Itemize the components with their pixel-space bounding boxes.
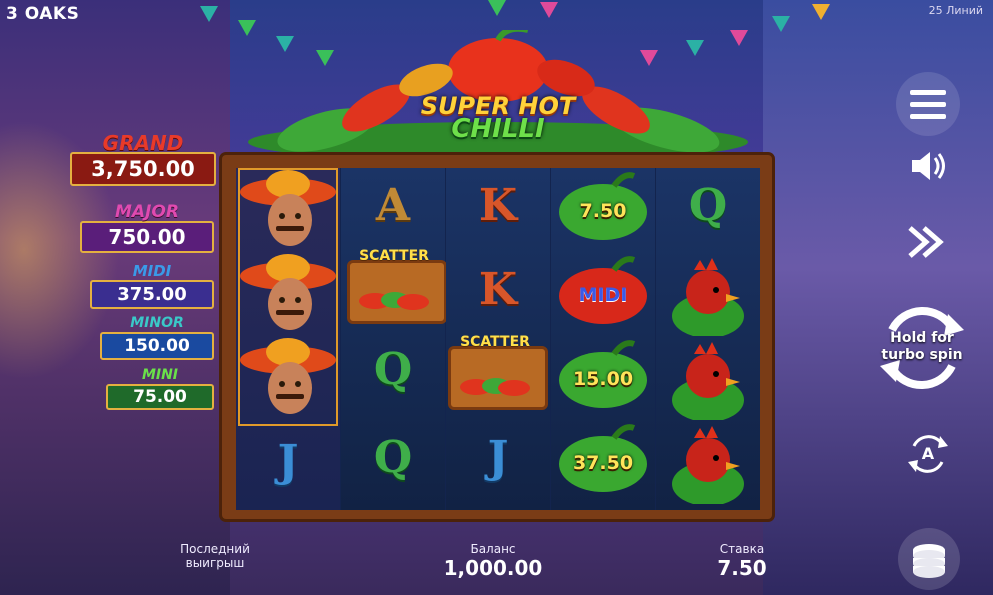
scatter-label: SCATTER [359, 248, 429, 264]
fast-forward-icon [908, 226, 944, 258]
rooster-symbol [672, 258, 744, 336]
jackpot-minor-label: MINOR [130, 315, 184, 331]
reel-2: A SCATTER Q Q [341, 168, 447, 510]
green-pepper-symbol: 7.50 [554, 172, 652, 246]
last-win: Последний выигрыш [150, 542, 280, 570]
coins-icon [913, 544, 945, 578]
reels-area: J A SCATTER Q Q K K SCATTER J 7.50 MIDI [236, 168, 760, 510]
reel-5: Q [656, 168, 760, 510]
autoplay-button[interactable]: A [902, 428, 954, 480]
pepper-value: 37.50 [572, 452, 634, 474]
jackpot-major-label: MAJOR [115, 202, 179, 222]
balance: Баланс 1,000.00 [430, 542, 556, 580]
reel-4: 7.50 MIDI 15.00 37.50 [551, 168, 655, 510]
jackpot-mini-label: MINI [141, 367, 179, 383]
fast-play-button[interactable] [904, 222, 948, 262]
green-pepper-symbol: 37.50 [554, 424, 652, 498]
balance-value: 1,000.00 [443, 556, 543, 580]
bet[interactable]: Ставка 7.50 [700, 542, 784, 580]
reel-3: K K SCATTER J [446, 168, 550, 510]
symbol-k: K [478, 264, 518, 315]
pepper-jackpot-label: MIDI [578, 284, 628, 306]
brand-name: 3 OAKS [6, 4, 80, 24]
jackpot-grand: GRAND 3,750.00 [70, 131, 216, 186]
symbol-q: Q [373, 432, 413, 483]
jackpot-midi-label: MIDI [132, 262, 172, 280]
symbol-k: K [478, 180, 518, 231]
sound-button[interactable] [906, 146, 950, 186]
autoplay-letter: A [921, 444, 935, 463]
symbol-q: Q [688, 180, 728, 231]
mexican-man-symbol [240, 338, 336, 414]
bet-value: 7.50 [717, 556, 767, 580]
balance-label: Баланс [470, 542, 516, 556]
red-pepper-symbol: MIDI [554, 256, 652, 330]
reel-1: J [236, 168, 340, 510]
hamburger-icon [910, 90, 946, 119]
pepper-value: 7.50 [579, 200, 627, 222]
spin-button[interactable]: Hold for turbo spin [872, 300, 972, 396]
jackpot-grand-label: GRAND [102, 131, 184, 155]
spin-hint: Hold for turbo spin [881, 330, 963, 363]
rooster-symbol [672, 426, 744, 504]
scatter-symbol: SCATTER [442, 332, 548, 412]
last-win-label: Последний выигрыш [180, 542, 250, 570]
bet-button[interactable] [898, 528, 960, 590]
green-pepper-symbol: 15.00 [554, 340, 652, 414]
jackpot-major: MAJOR 750.00 [80, 203, 214, 253]
speaker-icon [912, 152, 945, 180]
rooster-symbol [672, 342, 744, 420]
game-logo: SUPER HOT CHILLI [410, 92, 586, 144]
scatter-label: SCATTER [460, 334, 530, 350]
jackpot-minor-value: 150.00 [100, 332, 214, 360]
jackpot-mini: MINI 75.00 [106, 366, 214, 410]
paylines-count: 25 Линий [928, 4, 983, 17]
bet-label: Ставка [719, 542, 765, 556]
mexican-man-symbol [240, 254, 336, 330]
menu-button[interactable] [896, 72, 960, 136]
symbol-a: A [375, 180, 411, 231]
symbol-j: J [487, 432, 509, 483]
jackpot-grand-value: 3,750.00 [70, 152, 216, 186]
symbol-j: J [277, 436, 299, 487]
scatter-symbol: SCATTER [341, 246, 447, 326]
jackpot-midi-value: 375.00 [90, 280, 214, 309]
mexican-man-symbol [240, 170, 336, 246]
jackpot-midi: MIDI 375.00 [90, 262, 214, 309]
symbol-q: Q [373, 344, 413, 395]
jackpot-mini-value: 75.00 [106, 384, 214, 410]
jackpot-major-value: 750.00 [80, 221, 214, 253]
pepper-value: 15.00 [572, 368, 634, 390]
jackpot-minor: MINOR 150.00 [100, 314, 214, 360]
